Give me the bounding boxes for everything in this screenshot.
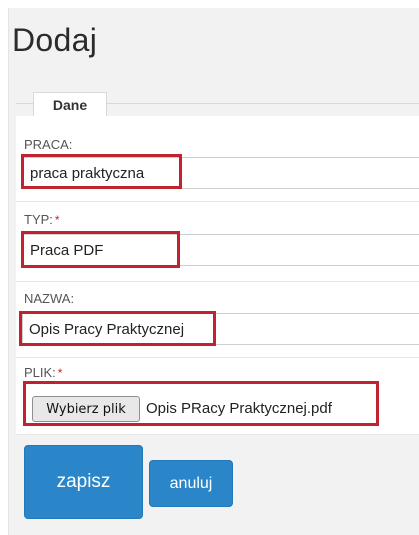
nazwa-value: Opis Pracy Praktycznej <box>29 321 185 338</box>
save-button[interactable]: zapisz <box>24 445 143 519</box>
fieldset-legend: Dane <box>33 92 107 117</box>
praca-value: praca praktyczna <box>30 165 145 182</box>
plik-required-mark: * <box>57 366 63 380</box>
typ-label: TYP: * <box>24 212 60 227</box>
typ-required-mark: * <box>54 213 60 227</box>
nazwa-label-text: NAZWA: <box>24 291 75 306</box>
praca-label: PRACA: <box>24 137 72 152</box>
plik-label-text: PLIK: <box>24 365 56 380</box>
typ-label-text: TYP: <box>24 212 53 227</box>
row-separator <box>16 201 419 202</box>
row-separator <box>16 434 419 435</box>
cancel-button[interactable]: anuluj <box>149 460 233 507</box>
row-separator <box>16 357 419 358</box>
selected-file-name: Opis PRacy Praktycznej.pdf <box>146 400 332 417</box>
row-separator <box>16 281 419 282</box>
plik-label: PLIK: * <box>24 365 62 380</box>
praca-label-text: PRACA: <box>24 137 73 152</box>
choose-file-button[interactable]: Wybierz plik <box>32 396 140 422</box>
typ-value: Praca PDF <box>30 242 104 259</box>
page-title: Dodaj <box>12 22 98 58</box>
nazwa-label: NAZWA: <box>24 291 74 306</box>
